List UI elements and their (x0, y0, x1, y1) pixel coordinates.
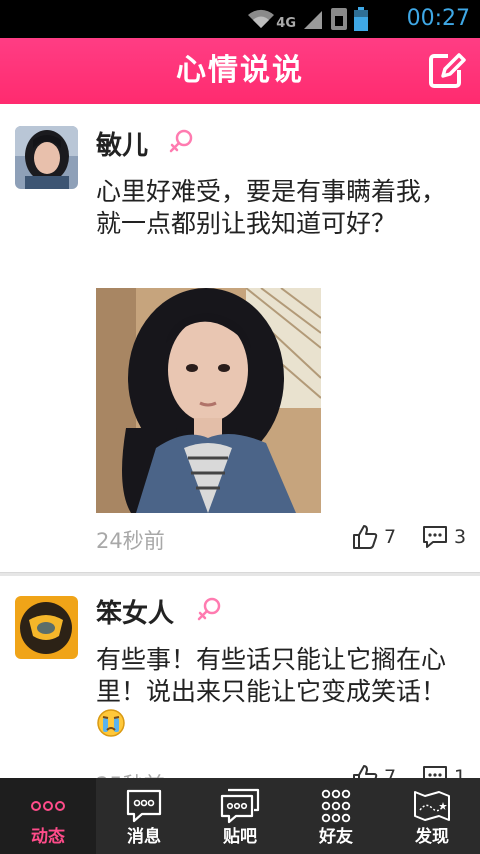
thumbs-up-icon (353, 525, 378, 549)
edit-icon (429, 53, 466, 88)
nav-label: 好友 (319, 827, 353, 847)
bottom-nav: 动态 消息 贴吧 好友 发现 (0, 778, 480, 854)
sim-icon (331, 8, 347, 30)
comment-button[interactable]: 1 (422, 764, 466, 778)
like-button[interactable]: 7 (352, 764, 396, 778)
comment-count: 1 (454, 766, 467, 778)
nav-label: 消息 (127, 827, 161, 847)
feed[interactable]: 敏儿 心里好难受，要是有事瞒着我，就一点都别让我知道可好？ 24秒前 7 3 笨… (0, 104, 480, 778)
username[interactable]: 笨女人 (96, 596, 174, 632)
post-time: 25秒前 (96, 770, 165, 778)
like-count: 7 (384, 526, 397, 548)
post-photo[interactable] (96, 288, 321, 513)
post-time: 24秒前 (96, 529, 165, 553)
app-header: 心情说说 (0, 38, 480, 104)
signal-icon (304, 11, 322, 29)
female-icon (169, 129, 193, 153)
avatar[interactable] (15, 126, 78, 189)
status-bar: 4G 00:27 (0, 0, 480, 38)
post-text: 心里好难受，要是有事瞒着我，就一点都别让我知道可好？ (96, 177, 447, 238)
compose-button[interactable] (426, 50, 466, 90)
chat-bubble-icon (126, 789, 162, 823)
dots-icon (31, 801, 65, 811)
nav-item-dynamics[interactable]: 动态 (0, 778, 96, 854)
wifi-icon (248, 9, 275, 28)
nav-item-messages[interactable]: 消息 (96, 778, 192, 854)
post-card: 笨女人 有些事！有些话只能让它搁在心里！说出来只能让它变成笑话！ 25秒前 7 (0, 576, 480, 778)
status-time: 00:27 (406, 6, 470, 31)
comment-count: 3 (454, 526, 467, 548)
nav-item-friends[interactable]: 好友 (288, 778, 384, 854)
network-type: 4G (276, 15, 296, 31)
nav-item-discover[interactable]: 发现 (384, 778, 480, 854)
nav-item-forum[interactable]: 贴吧 (192, 778, 288, 854)
comment-button[interactable]: 3 (422, 524, 466, 550)
female-icon (197, 597, 221, 621)
like-count: 7 (384, 766, 397, 778)
crying-face-icon (97, 709, 125, 737)
post-text: 有些事！有些话只能让它搁在心里！说出来只能让它变成笑话！ (96, 644, 456, 742)
grid-dots-icon (321, 789, 351, 823)
post-card: 敏儿 心里好难受，要是有事瞒着我，就一点都别让我知道可好？ 24秒前 7 3 (0, 104, 480, 572)
status-icons: 4G (246, 6, 368, 32)
map-icon (414, 791, 450, 821)
nav-label: 发现 (415, 827, 449, 847)
thumbs-up-icon (353, 765, 378, 778)
forum-bubble-icon (220, 788, 260, 824)
nav-label: 动态 (31, 827, 65, 847)
nav-label: 贴吧 (223, 827, 257, 847)
avatar[interactable] (15, 596, 78, 659)
username[interactable]: 敏儿 (96, 128, 148, 164)
battery-icon (354, 7, 368, 31)
page-title: 心情说说 (176, 53, 304, 88)
comment-icon (423, 766, 447, 778)
comment-icon (423, 526, 447, 548)
like-button[interactable]: 7 (352, 524, 396, 550)
post-text-content: 有些事！有些话只能让它搁在心里！说出来只能让它变成笑话！ (96, 645, 447, 706)
